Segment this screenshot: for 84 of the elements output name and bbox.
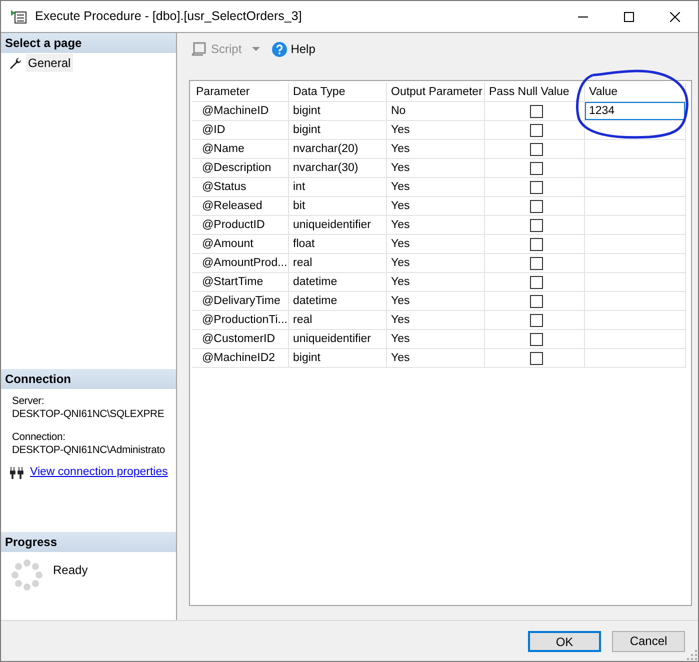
table-cell: @Amount	[192, 235, 289, 254]
column-header: Output Parameter	[387, 83, 485, 102]
table-cell: @MachineID	[192, 102, 289, 121]
table-cell: @DelivaryTime	[192, 292, 289, 311]
checkbox[interactable]	[530, 238, 543, 250]
table-cell: nvarchar(30)	[289, 159, 387, 178]
table-cell: @ID	[192, 121, 289, 140]
server-name: DESKTOP-QNI61NC\SQLEXPRE	[12, 408, 166, 421]
connection-name: DESKTOP-QNI61NC\Administrato	[12, 444, 166, 457]
table-cell: @CustomerID	[192, 330, 289, 349]
progress-status: Ready	[53, 562, 88, 579]
table-cell: real	[289, 254, 387, 273]
table-cell: Yes	[387, 292, 485, 311]
checkbox[interactable]	[530, 276, 543, 288]
column-header: Parameter	[192, 83, 289, 102]
table-cell: Yes	[387, 273, 485, 292]
table-cell: Yes	[387, 178, 485, 197]
connection-label: Connection:	[12, 431, 66, 444]
help-button[interactable]: Help	[270, 40, 318, 58]
checkbox[interactable]	[530, 294, 543, 308]
table-cell: Yes	[387, 216, 485, 235]
table-cell: @ProductID	[192, 216, 289, 235]
script-icon	[191, 41, 207, 57]
column-header: Data Type	[289, 83, 387, 102]
column-header: Pass Null Value	[485, 83, 585, 102]
checkbox[interactable]	[530, 218, 543, 232]
table-cell: uniqueidentifier	[289, 330, 387, 349]
help-icon	[272, 42, 287, 56]
section-header: Select a page	[1, 33, 176, 53]
table-cell: @ProductionTi...	[192, 311, 289, 330]
table-cell: int	[289, 178, 387, 197]
table-cell: float	[289, 235, 387, 254]
checkbox[interactable]	[530, 104, 543, 118]
wrench-icon	[9, 56, 22, 70]
checkbox[interactable]	[530, 256, 543, 270]
section-header: Connection	[1, 369, 176, 389]
table-cell: datetime	[289, 292, 387, 311]
close-icon	[670, 12, 680, 22]
table-cell: @AmountProd...	[192, 254, 289, 273]
table-cell: @Description	[192, 159, 289, 178]
table-cell: bit	[289, 197, 387, 216]
table-cell: bigint	[289, 102, 387, 121]
checkbox[interactable]	[530, 142, 543, 156]
checkbox[interactable]	[530, 162, 543, 174]
table-cell: No	[387, 102, 485, 121]
checkbox[interactable]	[530, 314, 543, 326]
value-field[interactable]: 1234	[585, 102, 685, 120]
table-cell: Yes	[387, 159, 485, 178]
table-cell: Yes	[387, 121, 485, 140]
table-cell: Yes	[387, 349, 485, 368]
table-cell: uniqueidentifier	[289, 216, 387, 235]
caret-icon	[250, 45, 262, 53]
plug-icon	[10, 466, 24, 478]
resize-grip[interactable]	[687, 650, 697, 660]
table-cell: Yes	[387, 140, 485, 159]
table-cell: Yes	[387, 197, 485, 216]
table-cell: datetime	[289, 273, 387, 292]
maximize-icon	[624, 12, 634, 22]
table-cell: Yes	[387, 254, 485, 273]
table-cell: @Name	[192, 140, 289, 159]
table-cell: @StartTime	[192, 273, 289, 292]
table-cell: @MachineID2	[192, 349, 289, 368]
checkbox[interactable]	[530, 332, 543, 346]
section-header: Progress	[1, 532, 176, 552]
checkbox[interactable]	[530, 352, 543, 364]
window-title: Execute Procedure - [dbo].[usr_SelectOrders_3]	[35, 8, 303, 26]
table-cell: bigint	[289, 121, 387, 140]
table-cell: Yes	[387, 330, 485, 349]
checkbox[interactable]	[530, 180, 543, 194]
table-cell: Yes	[387, 235, 485, 254]
cancel-button[interactable]: Cancel	[612, 630, 685, 652]
checkbox[interactable]	[530, 124, 543, 136]
app-icon	[11, 10, 27, 24]
checkbox[interactable]	[530, 200, 543, 212]
server-label: Server:	[12, 395, 46, 408]
table-cell: @Released	[192, 197, 289, 216]
table-cell: Yes	[387, 311, 485, 330]
table-cell: real	[289, 311, 387, 330]
table-cell: @Status	[192, 178, 289, 197]
connection-properties-link[interactable]: View connection properties	[30, 466, 168, 479]
table-cell: bigint	[289, 349, 387, 368]
table-cell: nvarchar(20)	[289, 140, 387, 159]
ok-button[interactable]: OK	[528, 630, 601, 652]
spinner-icon	[11, 559, 43, 591]
